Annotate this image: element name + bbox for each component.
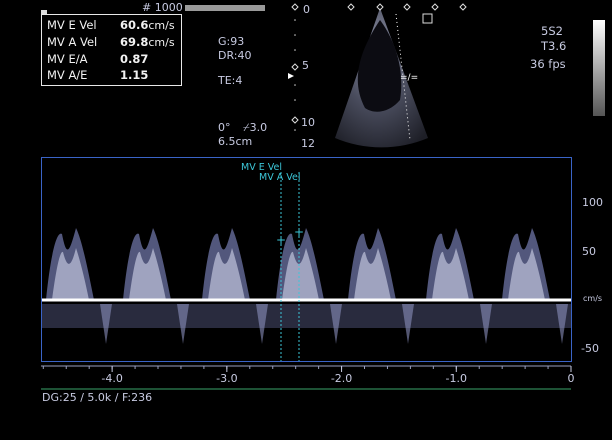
measure-row: MV A/E 1.15 — [47, 68, 181, 84]
negative-flow-band — [42, 304, 571, 328]
x-tick-label: 0 — [568, 372, 575, 385]
a-cursor-label: MV A Vel — [259, 172, 301, 183]
diamond-marker — [459, 3, 467, 11]
sample-gate: =/= — [400, 73, 418, 83]
diamond-marker — [291, 63, 299, 71]
measure-row: MV E Vel 60.6cm/s — [47, 18, 181, 34]
doppler-spectrum: ++ — [42, 172, 571, 361]
probe-model: 5S2 — [541, 24, 563, 38]
sector-image: =/= — [288, 3, 467, 148]
y-unit-label: cm/s — [583, 294, 603, 303]
measure-label: MV E/A — [47, 52, 88, 66]
time-axis: -4.0 -3.0 -2.0 -1.0 0 — [41, 365, 575, 390]
x-tick-label: -4.0 — [101, 372, 122, 385]
angle-correction: ⌿3.0 — [243, 121, 268, 134]
measure-value: 0.87 — [120, 52, 149, 66]
status-line: DG:25 / 5.0k / F:236 — [42, 391, 153, 404]
dr-label: DR:40 — [218, 49, 252, 62]
diamond-marker — [403, 3, 411, 11]
x-tick-label: -3.0 — [216, 372, 237, 385]
y-tick-label: 50 — [582, 245, 596, 258]
measure-label: MV E Vel — [47, 18, 97, 32]
measure-label: MV A Vel — [47, 35, 98, 49]
focus-marker-icon — [288, 73, 294, 79]
progress-bar — [185, 5, 265, 11]
a-peak-marker: + — [294, 225, 304, 239]
depth-label: 6.5cm — [218, 135, 253, 148]
x-tick-label: -1.0 — [446, 372, 467, 385]
probe-orientation-icon — [422, 13, 433, 24]
measurement-panel: MV E Vel 60.6cm/s MV A Vel 69.8cm/s MV E… — [41, 14, 182, 86]
measure-value: 1.15 — [120, 68, 149, 82]
measure-label: MV A/E — [47, 68, 88, 82]
grayscale-bar — [593, 20, 605, 116]
diamond-marker — [347, 3, 355, 11]
e-peak-marker: + — [276, 233, 286, 247]
x-tick-label: -2.0 — [331, 372, 352, 385]
te-label: TE:4 — [218, 74, 243, 87]
gain-label: G:93 — [218, 35, 245, 48]
diamond-marker — [291, 116, 299, 124]
diamond-marker — [291, 3, 299, 11]
cardiac-chamber — [357, 20, 402, 112]
frame-count: # 1000 — [142, 1, 183, 14]
y-tick-label: -50 — [581, 342, 599, 355]
measure-value: 69.8cm/s — [120, 35, 175, 49]
angle-label: 0° — [218, 121, 231, 134]
measure-row: MV A Vel 69.8cm/s — [47, 35, 181, 51]
diamond-marker — [431, 3, 439, 11]
measure-row: MV E/A 0.87 — [47, 52, 181, 68]
measure-value: 60.6cm/s — [120, 18, 175, 32]
frame-rate: 36 fps — [530, 57, 566, 71]
probe-preset: T3.6 — [541, 39, 567, 53]
y-tick-label: 100 — [582, 196, 603, 209]
